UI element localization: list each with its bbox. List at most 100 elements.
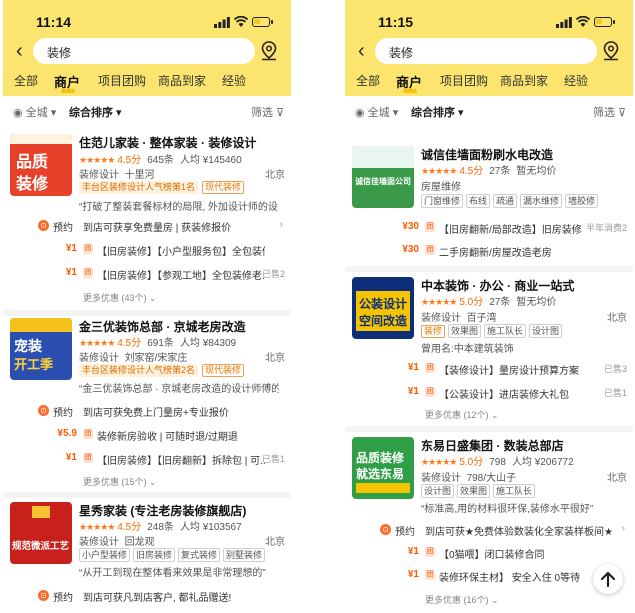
category: 房屋维修 [421,182,461,193]
thumb-text: 品质 [16,154,49,171]
search-input[interactable]: 装修 [375,38,597,64]
location-pin-icon[interactable] [260,41,278,61]
city: 北京 [607,313,627,324]
divider [3,492,291,498]
scroll-to-top-button[interactable] [593,564,623,594]
tab-group-deals[interactable]: 项目团购 [98,72,146,89]
deal-row[interactable]: ¥1 团装修环保主材】 安全入住 0等待 [345,569,633,585]
review-count: 645条 [147,155,174,166]
category: 装修设计 [421,313,461,324]
deal-text: 【公装设计】进店装修大礼包 [439,390,569,401]
chevron-right-icon: › [279,219,283,230]
tag-row: 装修 效果图 施工队长 设计图 [421,324,565,338]
booking-label: 预约 [395,527,415,538]
merchant-card[interactable]: 诚信佳墙面公司 诚信佳墙面粉刷水电改造 ★★★★★ 4.5分 27条 暂无均价 房屋维… [345,144,633,266]
booking-row[interactable]: ⊙ 预约 到店可获免费上门量房+专业报价 [3,404,291,420]
screen-filter[interactable]: 筛选 ⊽ [593,104,626,120]
merchant-thumbnail: 诚信佳墙面公司 [352,146,414,208]
deal-text: 装修环保主材】 安全入住 0等待 [439,573,581,584]
tab-home-goods[interactable]: 商品到家 [500,72,548,89]
deal-row[interactable]: ¥1 团【旧房装修】【参观工地】全包装修老... 已售2 [3,267,291,283]
sort-filter[interactable]: 综合排序 ▾ [69,104,122,120]
booking-text: 到店可获凡到店客户, 都礼品赠送! [83,593,232,604]
merchant-card[interactable]: 品质装修 就选东易 东易日盛集团 · 数装总部店 ★★★★★ 5.0分 798 人均 … [345,435,633,613]
merchant-card[interactable]: 公装设计 空间改造 中本装饰 · 办公 · 商业一站式 ★★★★★ 5.0分 27条… [345,275,633,425]
booking-text: 到店可获★免费体验数装化全家装样板间★ [425,527,613,538]
sort-filter[interactable]: 综合排序 ▾ [411,104,464,120]
area-filter[interactable]: ◉ 全城 ▾ [355,104,398,120]
more-deals-label: 更多优惠 (16个) [425,595,489,605]
merchant-card[interactable]: 规范微派工艺 星秀家装 (专注老房装修旗舰店) ★★★★★ 4.5分 248条 人均 … [3,502,291,613]
merchant-card[interactable]: 宠装 开工季 金三优装饰总部 · 京城老房改造 ★★★★★ 4.5分 691条 人均 … [3,318,291,490]
deal-row[interactable]: ¥1 团【装修设计】量房设计预算方案 已售3 [345,362,633,378]
tab-experience[interactable]: 经验 [222,72,246,89]
city: 北京 [265,537,285,548]
tab-all[interactable]: 全部 [356,72,380,89]
filter-bar: ◉ 全城 ▾ 综合排序 ▾ 筛选 ⊽ [345,104,633,122]
merchant-name: 诚信佳墙面粉刷水电改造 [421,148,554,162]
deal-row[interactable]: ¥1 团【0猫喂】闭口装修合同 [345,546,633,562]
deal-row[interactable]: ¥30 团二手房翻新/房屋改造老房 [345,244,633,260]
more-deals-label: 更多优惠 (12个) [425,410,489,420]
rating-row: ★★★★★ 5.0分 798 人均 ¥206772 [421,453,574,468]
district: 十里河 [124,170,155,181]
status-bar: 11:14 [3,8,291,30]
tab-experience[interactable]: 经验 [564,72,588,89]
deal-price: ¥1 [407,362,419,373]
tab-group-deals[interactable]: 项目团购 [440,72,488,89]
deal-row[interactable]: ¥1 团【公装设计】进店装修大礼包 已售1 [345,386,633,402]
tab-bar: 全部 商户 项目团购 商品到家 经验 [345,72,633,94]
ranking-badge: 丰台区装修设计人气榜第2名 [79,364,199,377]
service-tag: 装修 [421,325,446,338]
deal-row[interactable]: ¥1 团【旧房装修】【旧房翻新】拆除包 | 可... 已售1 [3,452,291,468]
group-deal-icon: 团 [425,363,435,373]
star-rating-icon: ★★★★★ [79,338,115,348]
category: 装修设计 [79,353,119,364]
filter-bar: ◉ 全城 ▾ 综合排序 ▾ 筛选 ⊽ [3,104,291,122]
review-count: 798 [489,457,506,468]
booking-icon: ⊙ [380,524,391,535]
screen-filter[interactable]: 筛选 ⊽ [251,104,284,120]
more-deals-link[interactable]: 更多优惠 (12个) ⌄ [425,408,499,421]
city: 北京 [265,353,285,364]
thumb-text: 公装设计 [359,297,408,311]
signal-icon [214,17,230,28]
search-input[interactable]: 装修 [33,38,255,64]
category-row: 装修设计 刘家窑/宋家庄 [79,349,187,364]
more-deals-link[interactable]: 更多优惠 (16个) ⌄ [425,593,499,606]
booking-text: 到店可获享免费量房 | 获装修报价 [83,223,232,234]
deal-text: 二手房翻新/房屋改造老房 [439,248,552,259]
booking-row[interactable]: ⊙ 预约 到店可获享免费量房 | 获装修报价 › [3,219,291,235]
signal-icon [556,17,572,28]
booking-label: 预约 [53,408,73,419]
score: 5.0分 [459,457,484,468]
booking-row[interactable]: ⊙ 预约 到店可获凡到店客户, 都礼品赠送! [3,589,291,605]
badge-row: 丰台区装修设计人气榜第1名 现代装修 [79,181,245,194]
review-quote: “标准高,用的材料很环保,装修水平很好” [421,504,594,515]
more-deals-link[interactable]: 更多优惠 (43个) ⌄ [83,291,157,304]
score: 4.5分 [117,155,142,166]
more-deals-link[interactable]: 更多优惠 (15个) ⌄ [83,475,157,488]
deal-row[interactable]: ¥1 团【旧房装修】【小户型服务包】全包装修老... [3,243,291,259]
booking-row[interactable]: ⊙ 预约 到店可获★免费体验数装化全家装样板间★ › [345,523,633,539]
tab-home-goods[interactable]: 商品到家 [158,72,206,89]
back-arrow-icon[interactable]: ‹ [358,40,365,63]
divider [345,266,633,272]
deal-row[interactable]: ¥30 团【旧房翻新/局部改造】旧房装修 半年消费2 [345,221,633,237]
sold-count: 已售3 [603,364,627,374]
location-pin-icon[interactable] [602,41,620,61]
tab-all[interactable]: 全部 [14,72,38,89]
sold-count: 半年消费2 [585,223,627,233]
rating-row: ★★★★★ 4.5分 248条 人均 ¥103567 [79,518,242,533]
area-filter[interactable]: ◉ 全城 ▾ [13,104,56,120]
deal-price: ¥1 [65,243,77,254]
wifi-icon [234,16,248,27]
deal-text: 【旧房装修】【小户型服务包】全包装修老... [97,247,265,258]
deal-price: ¥1 [65,452,77,463]
merchant-card[interactable]: 品质 装修 住范儿家装 · 整体家装 · 装修设计 ★★★★★ 4.5分 645条人… [3,130,291,310]
deal-row[interactable]: ¥5.9 团装修新房验收 | 可随时退/过期退 [3,428,291,444]
tag-row: 小户型装修 旧房装修 复式装修 别墅装修 [79,548,268,562]
merchant-name: 东易日盛集团 · 数装总部店 [421,439,564,453]
right-phone-screen: 11:15 ‹ 装修 全部 商户 项目团购 商品到家 经验 ◉ 全城 ▾ 综合排… [345,0,633,613]
back-arrow-icon[interactable]: ‹ [16,40,23,63]
